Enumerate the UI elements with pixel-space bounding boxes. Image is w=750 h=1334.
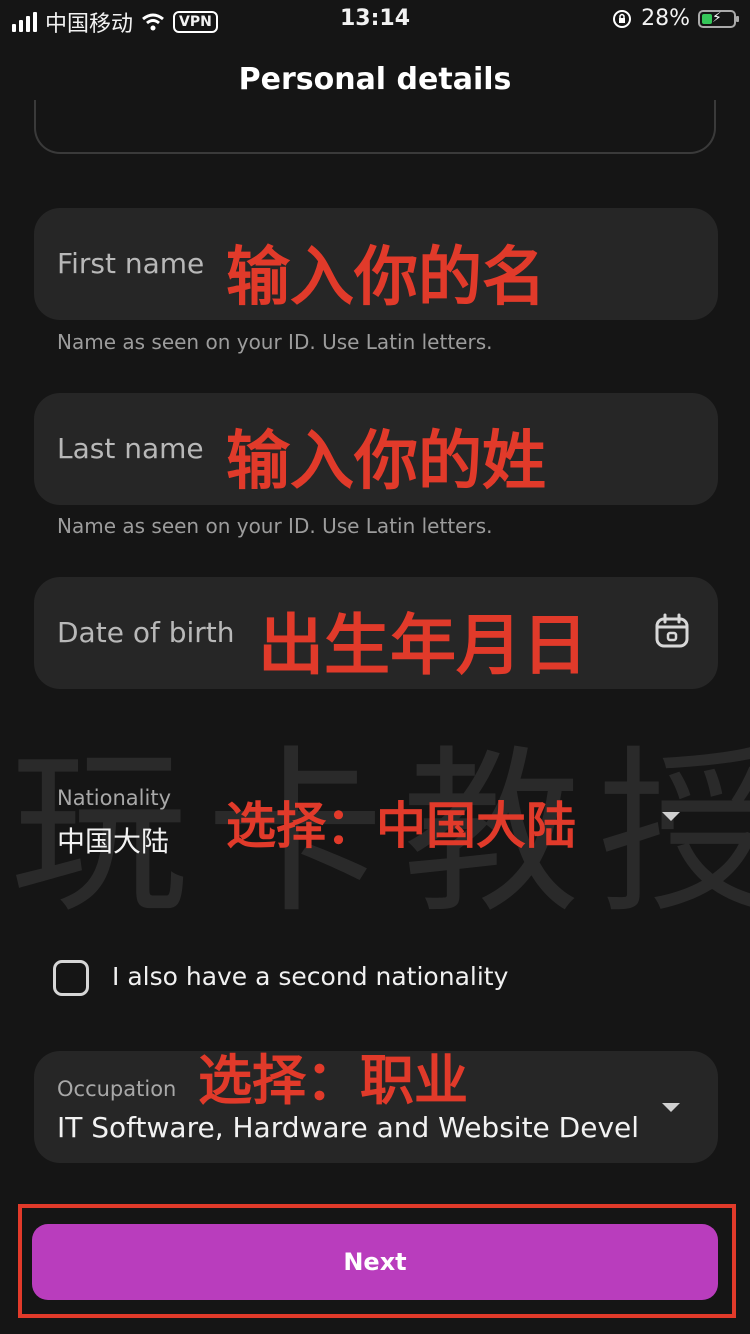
last-name-placeholder: Last name: [57, 432, 204, 465]
previous-field-edge: [34, 100, 716, 154]
first-name-helper: Name as seen on your ID. Use Latin lette…: [57, 330, 493, 354]
status-bar: 中国移动 VPN 13:14 28% ⚡: [0, 0, 750, 40]
page-title: Personal details: [238, 62, 512, 97]
occupation-label: Occupation: [57, 1077, 177, 1101]
last-name-annotation: 输入你的姓: [226, 425, 546, 499]
date-of-birth-annotation: 出生年月日: [258, 607, 588, 684]
chevron-down-icon: [662, 812, 680, 821]
date-of-birth-placeholder: Date of birth: [57, 616, 235, 649]
rotation-lock-icon: [613, 9, 632, 28]
calendar-icon[interactable]: [654, 613, 690, 649]
battery-icon: ⚡: [698, 9, 739, 28]
second-nationality-label[interactable]: I also have a second nationality: [112, 962, 508, 991]
second-nationality-checkbox[interactable]: [53, 960, 89, 996]
next-button[interactable]: Next: [32, 1224, 718, 1300]
occupation-value: IT Software, Hardware and Website Devel: [57, 1111, 640, 1144]
first-name-annotation: 输入你的名: [226, 241, 546, 315]
first-name-placeholder: First name: [57, 247, 205, 280]
nationality-annotation: 选择：中国大陆: [226, 797, 576, 855]
battery-percent: 28%: [641, 6, 690, 31]
chevron-down-icon: [662, 1103, 680, 1112]
last-name-helper: Name as seen on your ID. Use Latin lette…: [57, 514, 493, 538]
status-right: 28% ⚡: [611, 6, 739, 31]
nationality-value: 中国大陆: [57, 825, 170, 858]
occupation-annotation: 选择：职业: [198, 1049, 468, 1112]
nationality-label: Nationality: [57, 786, 172, 810]
